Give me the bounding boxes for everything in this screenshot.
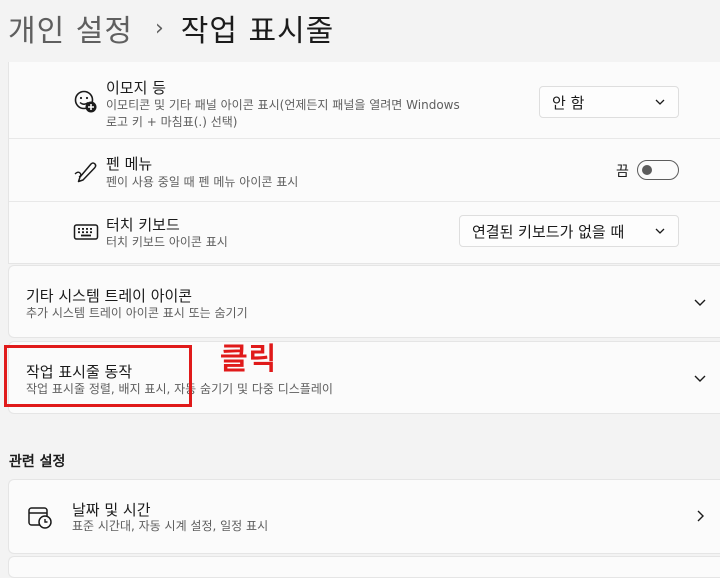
toggle-knob (642, 165, 652, 175)
pen-menu-toggle-label: 끔 (616, 164, 629, 180)
breadcrumb-separator-icon: › (154, 15, 165, 41)
annotation-click-label: 클릭 (220, 342, 278, 377)
taskbar-corner-icons-list: 이모지 등 이모티콘 및 기타 패널 아이콘 표시(언제든지 패널을 열려면 W… (8, 62, 720, 264)
chevron-right-icon (697, 510, 704, 522)
keyboard-icon (73, 224, 99, 240)
date-time-description: 표준 시간대, 자동 시계 설정, 일정 표시 (72, 519, 269, 533)
emoji-add-icon (74, 90, 97, 113)
other-tray-icons-card[interactable]: 기타 시스템 트레이 아이콘 추가 시스템 트레이 아이콘 표시 또는 숨기기 (8, 265, 720, 338)
touch-keyboard-dropdown-value: 연결된 키보드가 없을 때 (472, 222, 625, 241)
chevron-down-icon (694, 299, 706, 306)
emoji-title: 이모지 등 (106, 79, 166, 97)
related-settings-heading: 관련 설정 (9, 454, 66, 470)
pen-menu-description: 펜이 사용 중일 때 펜 메뉴 아이콘 표시 (106, 175, 299, 189)
other-tray-icons-title: 기타 시스템 트레이 아이콘 (26, 287, 193, 305)
next-settings-card[interactable] (8, 556, 720, 578)
breadcrumb-parent-link[interactable]: 개인 설정 (8, 6, 133, 50)
touch-keyboard-row: 터치 키보드 터치 키보드 아이콘 표시 연결된 키보드가 없을 때 (9, 202, 720, 263)
touch-keyboard-dropdown[interactable]: 연결된 키보드가 없을 때 (459, 215, 679, 247)
emoji-dropdown-value: 안 함 (552, 93, 585, 112)
other-tray-icons-description: 추가 시스템 트레이 아이콘 표시 또는 숨기기 (26, 306, 248, 320)
page-title: 작업 표시줄 (180, 14, 335, 49)
emoji-dropdown[interactable]: 안 함 (539, 86, 679, 118)
emoji-description-line2: 로고 키 + 마침표(.) 선택) (106, 115, 238, 129)
chevron-down-icon (694, 375, 706, 382)
breadcrumb: 개인 설정 › 작업 표시줄 (8, 6, 335, 50)
pen-menu-row: 펜 메뉴 펜이 사용 중일 때 펜 메뉴 아이콘 표시 끔 (9, 139, 720, 201)
chevron-down-icon (655, 228, 665, 234)
touch-keyboard-description: 터치 키보드 아이콘 표시 (106, 235, 228, 249)
chevron-down-icon (655, 99, 665, 105)
pen-icon (74, 162, 97, 183)
date-time-card[interactable]: 날짜 및 시간 표준 시간대, 자동 시계 설정, 일정 표시 (8, 479, 720, 554)
touch-keyboard-title: 터치 키보드 (106, 216, 180, 234)
calendar-clock-icon (28, 507, 52, 529)
emoji-row: 이모지 등 이모티콘 및 기타 패널 아이콘 표시(언제든지 패널을 열려면 W… (9, 62, 720, 138)
pen-menu-title: 펜 메뉴 (106, 155, 153, 173)
emoji-description-line1: 이모티콘 및 기타 패널 아이콘 표시(언제든지 패널을 열려면 Windows (106, 98, 460, 112)
annotation-highlight-box (4, 345, 192, 407)
pen-menu-toggle[interactable] (637, 160, 679, 180)
